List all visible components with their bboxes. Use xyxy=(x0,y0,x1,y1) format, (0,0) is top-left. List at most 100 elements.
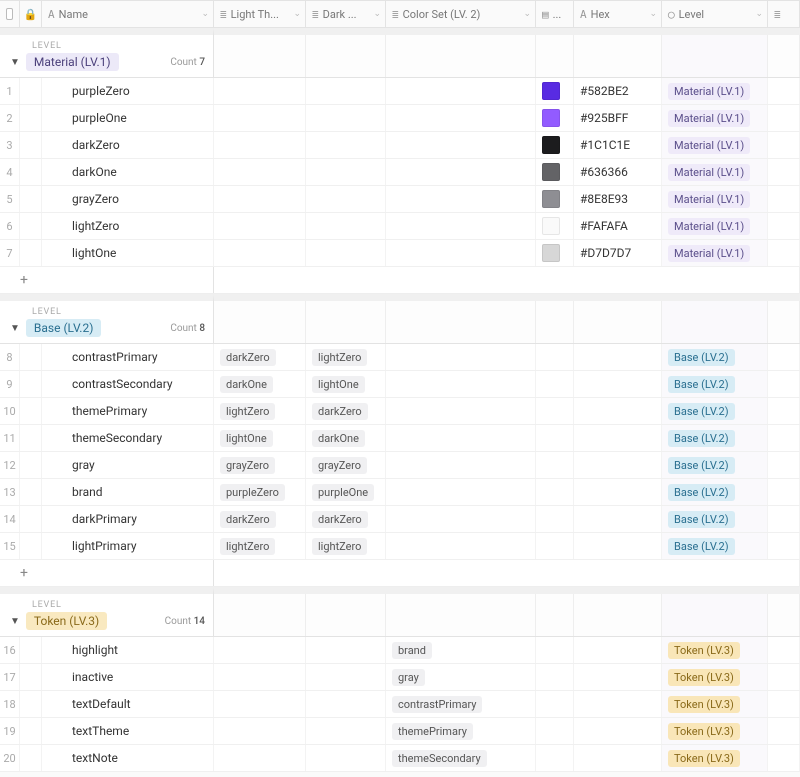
header-dark-theme[interactable]: ≣Dark ...⌄ xyxy=(306,1,386,27)
cell-name[interactable]: themeSecondary xyxy=(42,425,214,451)
cell-colorset[interactable] xyxy=(386,159,536,185)
cell-swatch[interactable] xyxy=(536,398,574,424)
token-chip[interactable]: darkOne xyxy=(220,376,273,393)
cell-name[interactable]: grayZero xyxy=(42,186,214,212)
token-chip[interactable]: brand xyxy=(392,642,432,659)
level-badge[interactable]: Base (LV.2) xyxy=(668,457,735,474)
cell-colorset[interactable] xyxy=(386,132,536,158)
token-chip[interactable]: darkZero xyxy=(312,403,368,420)
header-swatch[interactable]: ▤... xyxy=(536,1,574,27)
table-row[interactable]: 12graygrayZerograyZeroBase (LV.2) xyxy=(0,452,800,479)
cell-colorset[interactable]: themeSecondary xyxy=(386,745,536,771)
color-swatch[interactable] xyxy=(542,136,560,154)
level-badge[interactable]: Token (LV.3) xyxy=(668,669,740,686)
level-badge[interactable]: Material (LV.1) xyxy=(668,83,750,100)
level-badge[interactable]: Material (LV.1) xyxy=(668,164,750,181)
cell-hex[interactable]: #925BFF xyxy=(574,105,662,131)
cell-colorset[interactable] xyxy=(386,213,536,239)
cell-swatch[interactable] xyxy=(536,745,574,771)
cell-swatch[interactable] xyxy=(536,718,574,744)
cell-hex[interactable] xyxy=(574,745,662,771)
header-colorset[interactable]: ≣Color Set (LV. 2)⌄ xyxy=(386,1,536,27)
cell-light-theme[interactable] xyxy=(214,718,306,744)
table-row[interactable]: 5grayZero#8E8E93Material (LV.1) xyxy=(0,186,800,213)
cell-hex[interactable]: #D7D7D7 xyxy=(574,240,662,266)
cell-level[interactable]: Base (LV.2) xyxy=(662,452,768,478)
level-badge[interactable]: Base (LV.2) xyxy=(668,376,735,393)
cell-name[interactable]: highlight xyxy=(42,637,214,663)
cell-swatch[interactable] xyxy=(536,533,574,559)
cell-colorset[interactable] xyxy=(386,78,536,104)
cell-dark-theme[interactable]: darkOne xyxy=(306,425,386,451)
cell-colorset[interactable] xyxy=(386,506,536,532)
cell-dark-theme[interactable] xyxy=(306,240,386,266)
cell-dark-theme[interactable]: darkZero xyxy=(306,506,386,532)
cell-dark-theme[interactable] xyxy=(306,159,386,185)
token-chip[interactable]: purpleOne xyxy=(312,484,374,501)
cell-name[interactable]: textNote xyxy=(42,745,214,771)
cell-light-theme[interactable] xyxy=(214,159,306,185)
table-row[interactable]: 17inactivegrayToken (LV.3) xyxy=(0,664,800,691)
cell-level[interactable]: Token (LV.3) xyxy=(662,664,768,690)
cell-level[interactable]: Material (LV.1) xyxy=(662,78,768,104)
cell-hex[interactable] xyxy=(574,452,662,478)
cell-dark-theme[interactable] xyxy=(306,637,386,663)
cell-swatch[interactable] xyxy=(536,132,574,158)
level-badge[interactable]: Material (LV.1) xyxy=(668,191,750,208)
cell-light-theme[interactable] xyxy=(214,213,306,239)
cell-colorset[interactable]: contrastPrimary xyxy=(386,691,536,717)
cell-light-theme[interactable] xyxy=(214,664,306,690)
level-badge[interactable]: Base (LV.2) xyxy=(668,484,735,501)
cell-dark-theme[interactable]: darkZero xyxy=(306,398,386,424)
token-chip[interactable]: lightZero xyxy=(312,349,367,366)
cell-level[interactable]: Base (LV.2) xyxy=(662,398,768,424)
cell-colorset[interactable] xyxy=(386,371,536,397)
level-badge[interactable]: Base (LV.2) xyxy=(668,349,735,366)
token-chip[interactable]: lightOne xyxy=(312,376,365,393)
table-row[interactable]: 16highlightbrandToken (LV.3) xyxy=(0,637,800,664)
cell-swatch[interactable] xyxy=(536,213,574,239)
level-badge[interactable]: Base (LV.2) xyxy=(668,538,735,555)
cell-light-theme[interactable]: lightZero xyxy=(214,398,306,424)
cell-dark-theme[interactable] xyxy=(306,718,386,744)
cell-hex[interactable] xyxy=(574,691,662,717)
cell-colorset[interactable] xyxy=(386,533,536,559)
cell-name[interactable]: gray xyxy=(42,452,214,478)
table-row[interactable]: 4darkOne#636366Material (LV.1) xyxy=(0,159,800,186)
cell-hex[interactable] xyxy=(574,479,662,505)
cell-hex[interactable] xyxy=(574,664,662,690)
level-badge[interactable]: Material (LV.1) xyxy=(668,218,750,235)
cell-level[interactable]: Base (LV.2) xyxy=(662,533,768,559)
cell-hex[interactable]: #636366 xyxy=(574,159,662,185)
cell-dark-theme[interactable] xyxy=(306,213,386,239)
table-row[interactable]: 14darkPrimarydarkZerodarkZeroBase (LV.2) xyxy=(0,506,800,533)
table-row[interactable]: 20textNotethemeSecondaryToken (LV.3) xyxy=(0,745,800,772)
cell-level[interactable]: Token (LV.3) xyxy=(662,691,768,717)
group-toggle[interactable]: ▼Token (LV.3) xyxy=(10,612,107,630)
cell-level[interactable]: Material (LV.1) xyxy=(662,240,768,266)
cell-swatch[interactable] xyxy=(536,479,574,505)
cell-dark-theme[interactable]: grayZero xyxy=(306,452,386,478)
add-row[interactable]: + xyxy=(0,267,800,294)
cell-name[interactable]: darkZero xyxy=(42,132,214,158)
cell-colorset[interactable] xyxy=(386,186,536,212)
cell-light-theme[interactable] xyxy=(214,132,306,158)
cell-light-theme[interactable] xyxy=(214,186,306,212)
cell-colorset[interactable] xyxy=(386,479,536,505)
cell-swatch[interactable] xyxy=(536,105,574,131)
level-badge[interactable]: Token (LV.3) xyxy=(668,723,740,740)
cell-level[interactable]: Token (LV.3) xyxy=(662,637,768,663)
level-badge[interactable]: Token (LV.3) xyxy=(668,750,740,767)
cell-hex[interactable] xyxy=(574,718,662,744)
cell-level[interactable]: Material (LV.1) xyxy=(662,159,768,185)
level-badge[interactable]: Material (LV.1) xyxy=(668,137,750,154)
cell-swatch[interactable] xyxy=(536,452,574,478)
header-checkbox-cell[interactable] xyxy=(0,1,20,27)
cell-light-theme[interactable]: darkZero xyxy=(214,344,306,370)
token-chip[interactable]: darkZero xyxy=(220,349,276,366)
cell-name[interactable]: lightOne xyxy=(42,240,214,266)
cell-swatch[interactable] xyxy=(536,371,574,397)
header-light-theme[interactable]: ≣Light Th...⌄ xyxy=(214,1,306,27)
cell-colorset[interactable] xyxy=(386,425,536,451)
cell-light-theme[interactable]: darkOne xyxy=(214,371,306,397)
